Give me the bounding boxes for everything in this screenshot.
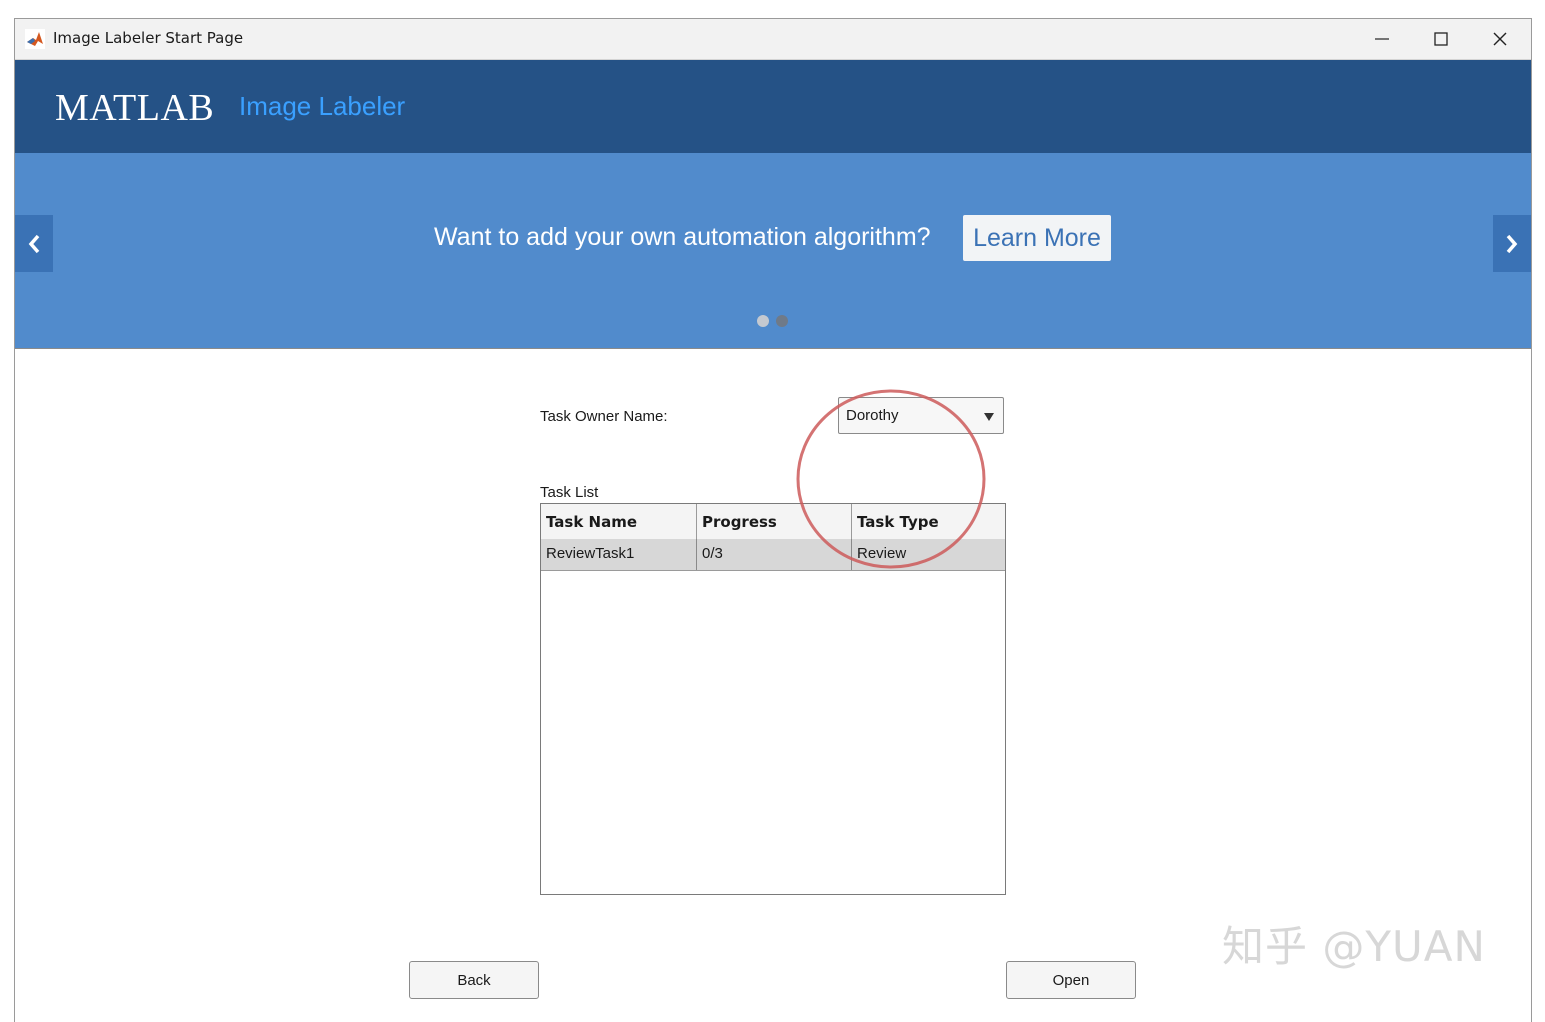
window-title: Image Labeler Start Page bbox=[53, 29, 244, 47]
cell-task-name: ReviewTask1 bbox=[541, 539, 697, 570]
title-bar: Image Labeler Start Page bbox=[15, 19, 1531, 60]
minimize-icon bbox=[1375, 38, 1389, 40]
task-owner-label: Task Owner Name: bbox=[540, 408, 668, 425]
chevron-left-icon bbox=[28, 234, 40, 253]
column-header-task-name[interactable]: Task Name bbox=[541, 504, 697, 539]
matlab-logo-icon bbox=[25, 29, 45, 49]
maximize-icon bbox=[1434, 32, 1448, 46]
carousel-dot-2[interactable] bbox=[776, 315, 788, 327]
carousel-banner: Want to add your own automation algorith… bbox=[15, 153, 1531, 349]
watermark-text: 知乎 @YUAN bbox=[1222, 922, 1486, 971]
annotation-circle bbox=[796, 389, 986, 569]
close-button[interactable] bbox=[1471, 19, 1529, 59]
product-name: Image Labeler bbox=[239, 91, 406, 121]
app-window: Image Labeler Start Page MATLAB Image La… bbox=[14, 18, 1532, 1022]
close-icon bbox=[1493, 32, 1507, 46]
banner-message: Want to add your own automation algorith… bbox=[434, 223, 931, 251]
carousel-dot-1[interactable] bbox=[757, 315, 769, 327]
minimize-button[interactable] bbox=[1353, 19, 1411, 59]
app-header: MATLAB Image Labeler bbox=[15, 60, 1531, 153]
carousel-next-button[interactable] bbox=[1493, 215, 1531, 272]
carousel-prev-button[interactable] bbox=[15, 215, 53, 272]
open-button[interactable]: Open bbox=[1006, 961, 1136, 999]
back-button[interactable]: Back bbox=[409, 961, 539, 999]
brand-name: MATLAB bbox=[55, 87, 215, 129]
chevron-right-icon bbox=[1506, 234, 1518, 253]
learn-more-button[interactable]: Learn More bbox=[963, 215, 1111, 261]
task-list-label: Task List bbox=[540, 484, 599, 501]
maximize-button[interactable] bbox=[1412, 19, 1470, 59]
